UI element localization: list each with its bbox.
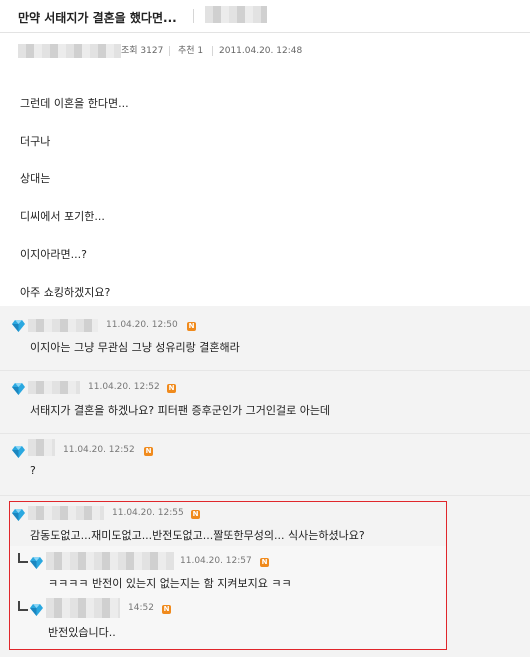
commenter-name-blurred[interactable] bbox=[28, 439, 55, 456]
post-body-line: 이지아라면...? bbox=[20, 248, 87, 261]
comment-time: 11.04.20. 12:55 bbox=[112, 508, 184, 518]
comment-text: 이지아는 그냥 무관심 그냥 성유리랑 결혼해라 bbox=[30, 341, 240, 354]
board-name-blurred[interactable] bbox=[205, 6, 267, 23]
commenter-name-blurred[interactable] bbox=[28, 506, 104, 520]
reply-text: 반전있습니다.. bbox=[48, 626, 116, 639]
diamond-icon bbox=[30, 604, 43, 616]
reply-text: ㅋㅋㅋㅋ 반전이 있는지 없는지는 함 지켜보지요 ㅋㅋ bbox=[48, 577, 292, 590]
new-badge-icon: N bbox=[144, 447, 153, 456]
post-body-line: 더구나 bbox=[20, 135, 51, 148]
post-body-line: 상대는 bbox=[20, 172, 51, 185]
commenter-name-blurred[interactable] bbox=[46, 552, 174, 570]
diamond-icon bbox=[12, 383, 25, 395]
comment-divider bbox=[0, 433, 530, 434]
author-name-blurred[interactable] bbox=[18, 44, 121, 58]
recommend-count: 추천 1 bbox=[178, 46, 204, 56]
title-divider bbox=[193, 9, 194, 23]
post-body-line: 아주 쇼킹하겠지요? bbox=[20, 286, 111, 299]
reply-arrow-icon bbox=[18, 601, 28, 611]
new-badge-icon: N bbox=[167, 384, 176, 393]
diamond-icon bbox=[12, 446, 25, 458]
diamond-icon bbox=[12, 320, 25, 332]
meta-divider bbox=[212, 46, 213, 56]
post-title-bar: 만약 서태지가 결혼을 했다면... bbox=[0, 0, 530, 33]
new-badge-icon: N bbox=[187, 322, 196, 331]
new-badge-icon: N bbox=[260, 558, 269, 567]
commenter-name-blurred[interactable] bbox=[28, 381, 80, 394]
post-title: 만약 서태지가 결혼을 했다면... bbox=[18, 11, 177, 25]
view-count: 조회 3127 bbox=[121, 46, 164, 56]
diamond-icon bbox=[12, 509, 25, 521]
comment-text: 서태지가 결혼을 하겠나요? 피터팬 증후군인가 그거인걸로 아는데 bbox=[30, 404, 331, 417]
post-body-line: 그런데 이혼을 한다면... bbox=[20, 97, 129, 110]
comment-divider bbox=[0, 370, 530, 371]
post-body-line: 디씨에서 포기한... bbox=[20, 210, 105, 223]
new-badge-icon: N bbox=[191, 510, 200, 519]
comment-divider bbox=[0, 495, 530, 496]
comment-text: 감동도없고...재미도없고...반전도없고...짤또한무성의... 식사는하셨나… bbox=[30, 529, 365, 542]
reply-arrow-icon bbox=[18, 553, 28, 563]
new-badge-icon: N bbox=[162, 605, 171, 614]
comment-time: 11.04.20. 12:52 bbox=[63, 445, 135, 455]
meta-divider bbox=[169, 46, 170, 56]
comment-text: ? bbox=[30, 464, 36, 477]
comment-time: 11.04.20. 12:50 bbox=[106, 320, 178, 330]
commenter-name-blurred[interactable] bbox=[46, 598, 120, 618]
reply-time: 14:52 bbox=[128, 603, 154, 613]
commenter-name-blurred[interactable] bbox=[28, 319, 98, 332]
diamond-icon bbox=[30, 557, 43, 569]
reply-time: 11.04.20. 12:57 bbox=[180, 556, 252, 566]
post-date: 2011.04.20. 12:48 bbox=[219, 46, 303, 56]
comment-time: 11.04.20. 12:52 bbox=[88, 382, 160, 392]
